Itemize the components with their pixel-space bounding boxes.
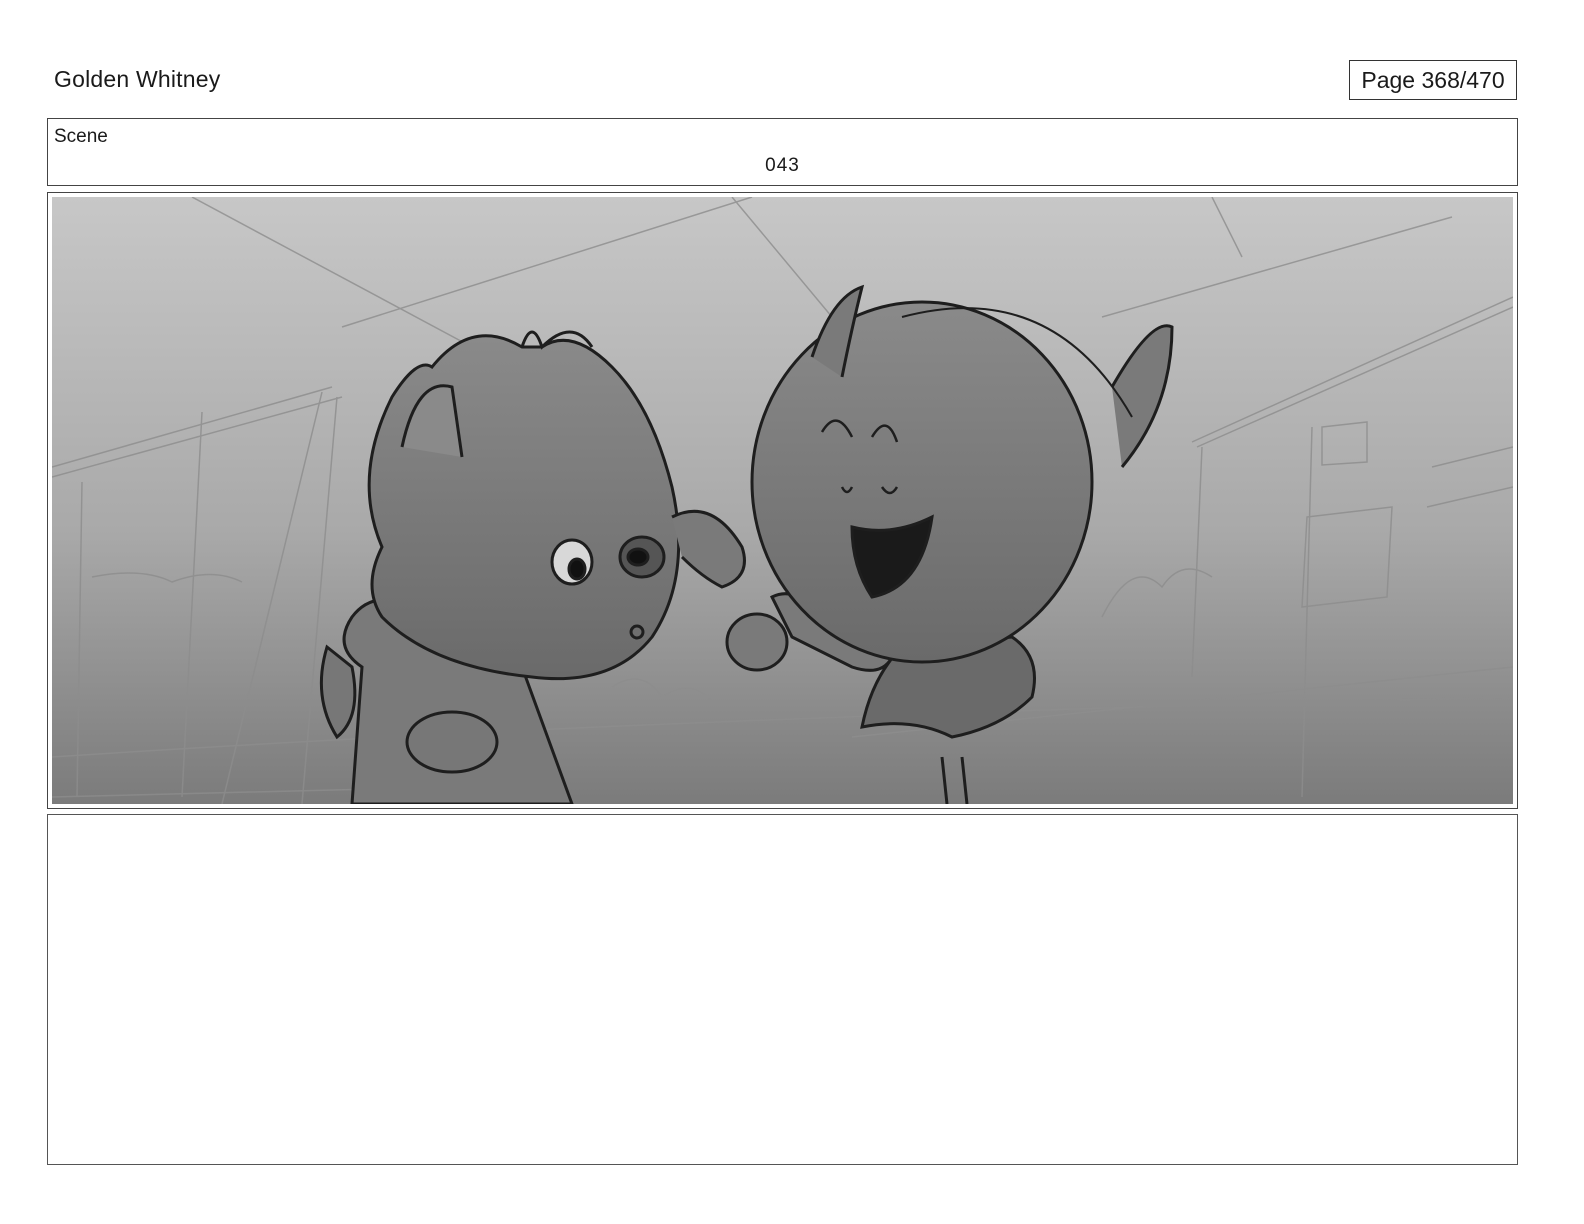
- document-title: Golden Whitney: [54, 66, 221, 92]
- scene-label: Scene: [54, 126, 108, 147]
- storyboard-sketch-image: [52, 197, 1513, 804]
- scene-number: 043: [765, 155, 800, 176]
- page-indicator: Page 368/470: [1349, 60, 1517, 100]
- scene-header: Scene 043: [47, 118, 1518, 186]
- storyboard-panel: [47, 192, 1518, 809]
- panel-notes-box: [47, 814, 1518, 1165]
